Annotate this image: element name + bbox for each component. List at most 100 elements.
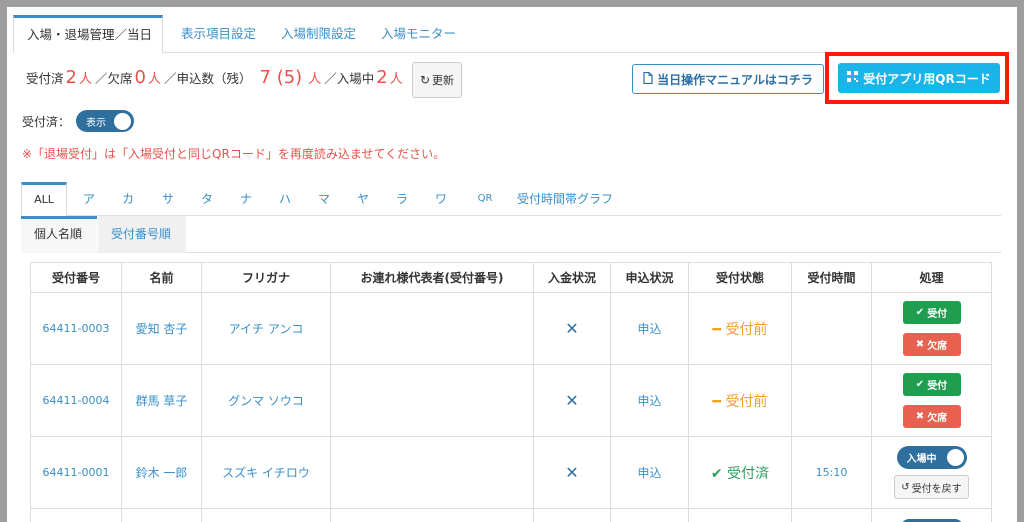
separator: ／ <box>163 71 177 86</box>
cell-empty <box>791 508 872 522</box>
cell-action: ✔ 受付 ✖ 欠席 <box>871 364 992 437</box>
header-companion: お連れ様代表者(受付番号) <box>330 262 534 293</box>
toggle-knob <box>114 112 132 130</box>
cell-empty <box>688 508 792 522</box>
cell-time: 15:10 <box>791 436 872 509</box>
accept-label: 受付 <box>927 381 948 392</box>
accepted-display-toggle[interactable]: 表示 <box>76 110 135 132</box>
tab-display-settings[interactable]: 表示項目設定 <box>168 15 269 53</box>
participants-table: 受付番号 名前 フリガナ お連れ様代表者(受付番号) 入金状況 申込状況 受付状… <box>30 262 992 522</box>
status-label: 受付前 <box>725 393 768 410</box>
tab-ma[interactable]: マ <box>314 182 334 216</box>
unpaid-icon: ✕ <box>565 463 579 482</box>
cell-status: ━ 受付前 <box>688 292 792 365</box>
table-header-row: 受付番号 名前 フリガナ お連れ様代表者(受付番号) 入金状況 申込状況 受付状… <box>30 262 992 293</box>
status-done: ✔ 受付済 <box>711 466 769 482</box>
cell-companion <box>330 436 534 509</box>
cell-action: 入場中 ↺ 受付を戻す <box>871 436 992 509</box>
tab-ya[interactable]: ヤ <box>353 182 373 216</box>
tab-qr[interactable]: QR <box>473 182 497 216</box>
tab-na[interactable]: ナ <box>236 182 256 216</box>
cell-name[interactable]: 愛知 杏子 <box>121 292 202 365</box>
tab-ra[interactable]: ラ <box>392 182 412 216</box>
check-icon: ✔ <box>710 465 723 482</box>
header-apply: 申込状況 <box>610 262 689 293</box>
absent-label: 欠席 <box>927 413 948 424</box>
qr-button-label: 受付アプリ用QRコード <box>863 71 991 86</box>
cell-empty <box>30 508 122 522</box>
accepted-label: 受付済 <box>26 71 64 86</box>
status-label: 受付済 <box>727 465 770 482</box>
qr-icon <box>847 71 859 85</box>
table-row <box>30 508 992 522</box>
separator: ／ <box>94 71 108 86</box>
sort-tab-bar: 個人名順 受付番号順 <box>21 216 1001 253</box>
absent-button[interactable]: ✖ 欠席 <box>902 405 961 428</box>
stats-summary: 受付済 2 人 ／ 欠席 0 人 ／ 申込数（残） 7 (5) 人 ／ 入場中 … <box>26 67 406 95</box>
status-before: ━ 受付前 <box>713 322 768 338</box>
undo-accept-button[interactable]: ↺ 受付を戻す <box>894 475 969 499</box>
cell-id[interactable]: 64411-0004 <box>30 364 122 437</box>
manual-button[interactable]: 当日操作マニュアルはコチラ <box>632 64 824 94</box>
cell-kana[interactable]: グンマ ソウコ <box>201 364 331 437</box>
accept-button[interactable]: ✔ 受付 <box>902 301 961 324</box>
undo-icon: ↺ <box>901 481 910 493</box>
tab-time-graph[interactable]: 受付時間帯グラフ <box>515 182 615 216</box>
exit-notice: ※「退場受付」は「入場受付と同じQRコード」を再度読み込ませてください。 <box>22 147 446 161</box>
inside-count: 2 <box>376 67 388 88</box>
cell-apply[interactable]: 申込 <box>610 436 689 509</box>
cell-kana[interactable]: スズキ イチロウ <box>201 436 331 509</box>
tab-ka[interactable]: カ <box>118 182 138 216</box>
table-row: 64411-0004 群馬 草子 グンマ ソウコ ✕ 申込 ━ 受付前 ✔ 受付 … <box>30 364 992 437</box>
tab-entry-exit-today[interactable]: 入場・退場管理／当日 <box>13 15 163 54</box>
inside-unit: 人 <box>389 72 403 87</box>
accepted-count: 2 <box>65 67 77 88</box>
x-icon: ✖ <box>915 339 925 350</box>
cell-payment: ✕ <box>533 292 611 365</box>
tab-entry-limit-settings[interactable]: 入場制限設定 <box>268 15 369 53</box>
header-status: 受付状態 <box>688 262 792 293</box>
accept-button[interactable]: ✔ 受付 <box>902 373 961 396</box>
top-tab-bar: 入場・退場管理／当日 表示項目設定 入場制限設定 入場モニター <box>13 15 1011 54</box>
tab-a[interactable]: ア <box>79 182 99 216</box>
toggle-knob <box>946 449 964 466</box>
qr-code-button[interactable]: 受付アプリ用QRコード <box>838 63 1000 93</box>
header-name: 名前 <box>121 262 202 293</box>
refresh-button[interactable]: ↻ 更新 <box>412 62 462 98</box>
cell-empty <box>330 508 534 522</box>
tab-sa[interactable]: サ <box>158 182 178 216</box>
tab-ha[interactable]: ハ <box>275 182 295 216</box>
header-action: 処理 <box>871 262 992 293</box>
cell-apply[interactable]: 申込 <box>610 364 689 437</box>
check-icon: ✔ <box>915 307 925 318</box>
inside-toggle[interactable]: 入場中 <box>896 446 967 469</box>
toggle-label: 表示 <box>86 117 107 129</box>
unpaid-icon: ✕ <box>565 391 579 410</box>
status-before: ━ 受付前 <box>713 394 768 410</box>
absent-unit: 人 <box>147 72 161 87</box>
tab-sort-name[interactable]: 個人名順 <box>21 216 97 253</box>
cell-time <box>791 292 872 365</box>
cell-empty <box>533 508 611 522</box>
cell-empty <box>121 508 202 522</box>
cell-kana[interactable]: アイチ アンコ <box>201 292 331 365</box>
cell-id[interactable]: 64411-0001 <box>30 436 122 509</box>
tab-sort-number[interactable]: 受付番号順 <box>98 216 186 253</box>
applied-label: 申込数（残） <box>176 71 252 86</box>
cell-payment: ✕ <box>533 364 611 437</box>
cell-payment: ✕ <box>533 436 611 509</box>
separator: ／ <box>324 71 337 86</box>
inside-label: 入場中 <box>336 71 375 86</box>
absent-button[interactable]: ✖ 欠席 <box>902 333 961 356</box>
cell-name[interactable]: 鈴木 一郎 <box>121 436 202 509</box>
refresh-icon: ↻ <box>419 73 431 87</box>
cell-name[interactable]: 群馬 草子 <box>121 364 202 437</box>
cell-id[interactable]: 64411-0003 <box>30 292 122 365</box>
cell-apply[interactable]: 申込 <box>610 292 689 365</box>
tab-all[interactable]: ALL <box>21 182 67 217</box>
tab-entry-monitor[interactable]: 入場モニター <box>368 15 469 53</box>
tab-wa[interactable]: ワ <box>431 182 451 216</box>
check-icon: ✔ <box>915 379 925 390</box>
tab-ta[interactable]: タ <box>197 182 217 216</box>
cell-empty <box>610 508 689 522</box>
